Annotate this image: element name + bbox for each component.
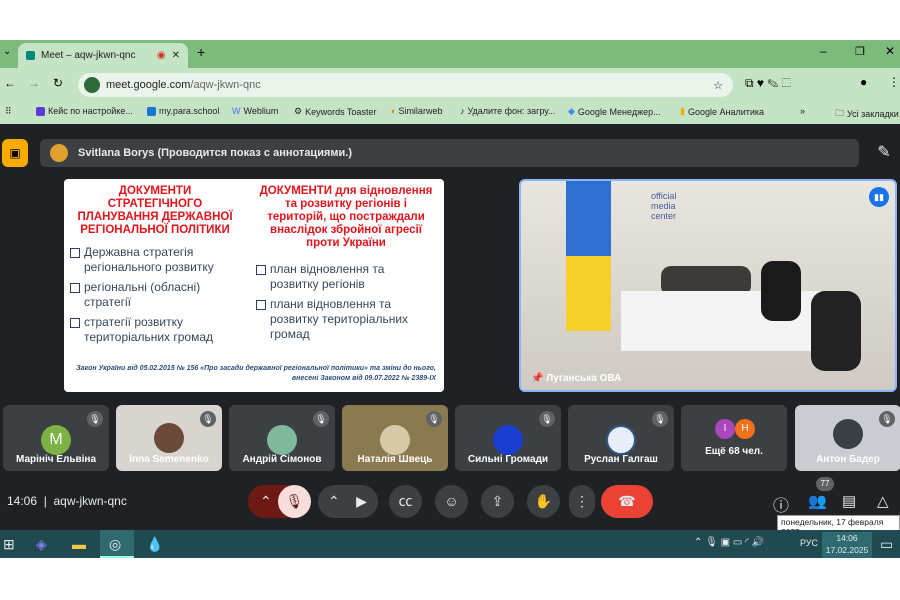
forward-icon[interactable]: → (28, 76, 40, 90)
flag (566, 181, 611, 331)
bookmark[interactable]: Кейс по настройке... (36, 106, 133, 116)
windows-start-icon[interactable]: ⊞ (3, 536, 15, 553)
participant-avatar (267, 425, 297, 455)
participant-video (154, 423, 184, 453)
back-icon[interactable]: ← (4, 76, 16, 90)
maximize-button[interactable]: ❐ (855, 45, 865, 58)
bookmark[interactable]: ◆ Google Менеджер... (568, 106, 661, 117)
participant-tile[interactable]: 🎙 Антон Бадер (795, 405, 900, 471)
person (811, 291, 861, 371)
info-icon[interactable]: ⓘ (773, 492, 789, 516)
taskbar: ⊞ ◈ ▬ ◎ 💧 ⌃ 🎙 ▣ ▭ ◜ 🔊 РУС 14:06 17.02.202… (0, 530, 900, 558)
reload-icon[interactable]: ↻ (53, 76, 63, 90)
mic-off-icon: 🎙 (87, 411, 103, 427)
presentation-banner: Svitlana Borys (Проводится показ с аннот… (40, 139, 859, 167)
camera-button[interactable]: ▶ (345, 485, 378, 518)
bookmark-star-icon[interactable]: ☆ (713, 79, 723, 92)
mic-off-icon: 🎙 (426, 411, 442, 427)
participant-tile[interactable]: 🎙 Наталія Швець (342, 405, 448, 471)
close-tab-icon[interactable]: ✕ (172, 50, 180, 61)
mic-off-icon: 🎙 (539, 411, 555, 427)
participant-tile[interactable]: 🎙 Андрій Сімонов (229, 405, 335, 471)
participant-avatar (493, 425, 523, 455)
bookmarks-bar: ⠿ Кейс по настройке... my.para.school WW… (0, 100, 900, 124)
profile-avatar[interactable]: ● (860, 75, 867, 89)
participant-tile[interactable]: 🎙 Сильні Громади (455, 405, 561, 471)
chat-icon[interactable]: ▤ (842, 492, 856, 510)
url-input[interactable]: meet.google.com/aqw-jkwn-qnc ☆ (78, 73, 733, 97)
bookmark[interactable]: W Weblium (232, 106, 278, 116)
new-tab-button[interactable]: + (197, 44, 205, 60)
recording-icon: ◉ (156, 50, 166, 61)
speaking-indicator-icon: ▮▮ (869, 187, 889, 207)
clock[interactable]: 14:06 17.02.2025 (822, 532, 872, 558)
participant-avatar (606, 425, 636, 455)
tab-search-icon[interactable]: ⌄ (3, 46, 11, 57)
mic-off-icon: 🎙 (879, 411, 895, 427)
activities-icon[interactable]: △ (877, 492, 889, 510)
all-bookmarks[interactable]: 🗀 Усі закладки (835, 106, 899, 122)
bookmark[interactable]: ⚙ Keywords Toaster (294, 106, 376, 117)
copilot-icon[interactable]: ◈ (36, 536, 47, 553)
extensions-icon[interactable]: ⧉ ♥ ✎ ⬚ (745, 76, 791, 91)
bookmark[interactable]: my.para.school (147, 106, 219, 116)
chrome-taskbar-icon[interactable]: ◎ (100, 530, 134, 558)
mic-toggle-button[interactable]: 🎙 (278, 485, 311, 518)
more-participants-tile[interactable]: I H Ещё 68 чел. (681, 405, 787, 471)
meet-icon (26, 51, 35, 60)
person (761, 261, 801, 321)
bookmark[interactable]: ♪ Удалите фон: загру... (460, 106, 555, 116)
close-window-button[interactable]: ✕ (885, 44, 895, 58)
participant-tile[interactable]: 🎙 M Марініч Ельвіна (3, 405, 109, 471)
participant-video (833, 419, 863, 449)
pin-icon: 📌 (531, 373, 544, 384)
apps-icon[interactable]: ⠿ (5, 106, 12, 117)
menu-icon[interactable]: ⋮ (888, 75, 900, 89)
raise-hand-button[interactable]: ✋ (527, 485, 560, 518)
captions-button[interactable]: ㏄ (389, 485, 422, 518)
present-button[interactable]: ⇪ (481, 485, 514, 518)
browser-tab[interactable]: Meet – aqw-jkwn-qnc ◉ ✕ (18, 43, 188, 68)
stop-presenting-icon[interactable]: ▣ (2, 139, 28, 167)
more-bookmarks-icon[interactable]: » (800, 106, 805, 116)
file-explorer-icon[interactable]: ▬ (72, 536, 86, 552)
bookmark[interactable]: ◖ Similarweb (390, 106, 442, 116)
participant-tile[interactable]: 🎙 Руслан Галгаш (568, 405, 674, 471)
end-call-button[interactable]: ☎ (601, 485, 653, 518)
bookmark[interactable]: ▮ Google Аналитика (680, 106, 764, 117)
mic-off-icon: 🎙 (313, 411, 329, 427)
participant-tile[interactable]: 🎙 Inna Semenenko (116, 405, 222, 471)
site-info-icon[interactable] (84, 77, 100, 93)
people-icon[interactable]: 👥 (808, 492, 827, 510)
shared-slide: ДОКУМЕНТИ СТРАТЕГІЧНОГО ПЛАНУВАННЯ ДЕРЖА… (64, 179, 444, 392)
system-tray-icons[interactable]: ⌃ 🎙 ▣ ▭ ◜ 🔊 (694, 537, 764, 548)
app-drop-icon[interactable]: 💧 (146, 536, 163, 553)
participant-video (380, 425, 410, 455)
annotate-pen-icon[interactable]: ✎ (870, 139, 898, 167)
presenter-avatar (50, 144, 68, 162)
more-options-button[interactable]: ⋮ (569, 485, 595, 518)
mic-off-icon: 🎙 (652, 411, 668, 427)
minimize-button[interactable]: – (820, 44, 827, 58)
mic-off-icon: 🎙 (200, 411, 216, 427)
reactions-button[interactable]: ☺ (435, 485, 468, 518)
notifications-icon[interactable]: ▭ (880, 536, 893, 553)
speaker-video: official media center ▮▮ 📌 Луганська ОВА (519, 179, 897, 392)
